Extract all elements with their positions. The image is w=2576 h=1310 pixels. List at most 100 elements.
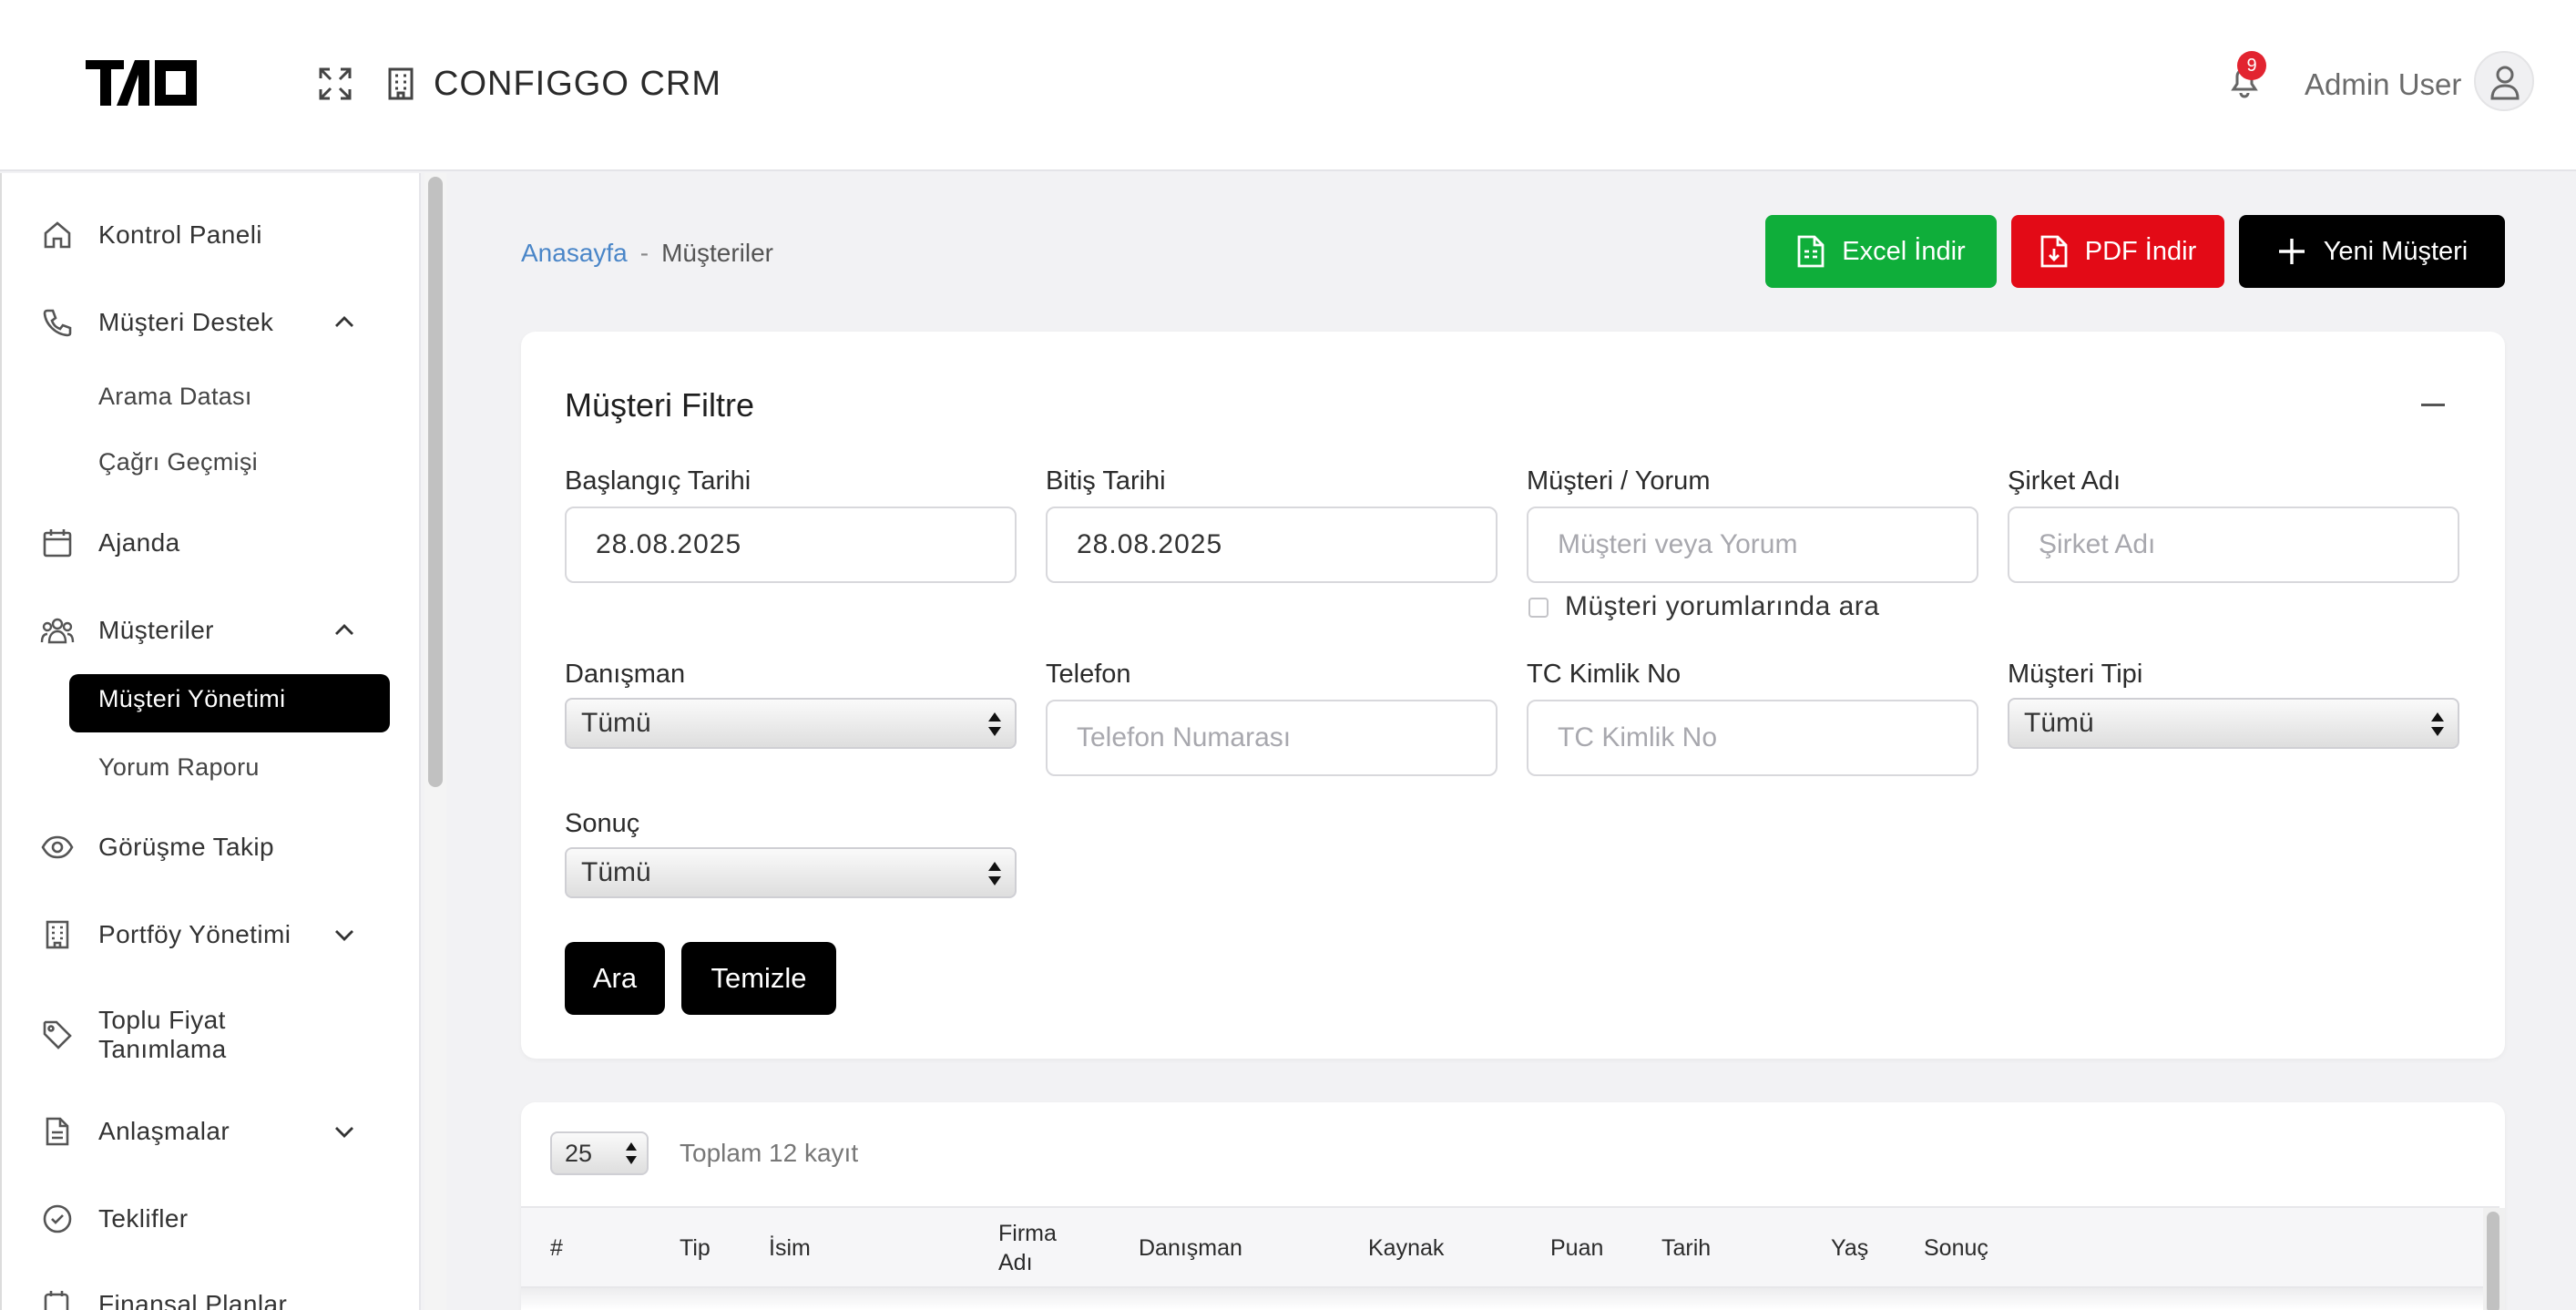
- chevron-down-icon: [335, 1127, 353, 1138]
- result-label: Sonuç: [565, 809, 640, 838]
- search-comments-checkbox[interactable]: [1528, 598, 1549, 618]
- sidebar-item-label: Ajanda: [98, 528, 180, 557]
- fullscreen-icon[interactable]: [317, 66, 353, 102]
- total-records: Toplam 12 kayıt: [680, 1139, 859, 1167]
- end-date-label: Bitiş Tarihi: [1046, 466, 1166, 496]
- button-label: Yeni Müşteri: [2323, 236, 2469, 266]
- finance-icon: [44, 1291, 69, 1310]
- company-logo: [86, 60, 197, 106]
- search-button[interactable]: Ara: [565, 942, 665, 1015]
- phone-label: Telefon: [1046, 660, 1131, 689]
- column-header[interactable]: Tarih: [1661, 1233, 1711, 1263]
- sidebar-item-portfolio-management[interactable]: Portföy Yönetimi: [40, 909, 353, 960]
- collapse-icon[interactable]: [2421, 404, 2445, 406]
- breadcrumb-home-link[interactable]: Anasayfa: [521, 239, 628, 267]
- sidebar-item-label: Toplu Fiyat Tanımlama: [98, 1006, 227, 1063]
- consultant-select[interactable]: Tümü: [565, 698, 1017, 749]
- sidebar-item-label: Anlaşmalar: [98, 1117, 230, 1145]
- table-row[interactable]: [521, 1288, 2499, 1310]
- column-header[interactable]: Kaynak: [1368, 1233, 1444, 1263]
- breadcrumb: Anasayfa - Müşteriler: [521, 235, 773, 271]
- sidebar-subitem-call-data[interactable]: Arama Datası: [98, 378, 252, 414]
- select-value: 25: [565, 1140, 593, 1167]
- new-customer-button[interactable]: Yeni Müşteri: [2239, 215, 2505, 288]
- table-scrollbar[interactable]: [2483, 1208, 2505, 1310]
- sidebar-item-label: Görüşme Takip: [98, 833, 274, 861]
- tc-id-label: TC Kimlik No: [1527, 660, 1682, 689]
- top-header: CONFIGGO CRM 9 Admin User: [0, 0, 2576, 171]
- table-header: [521, 1206, 2499, 1288]
- sidebar-item-customer-support[interactable]: Müşteri Destek: [40, 297, 353, 348]
- select-value: Tümü: [2024, 708, 2094, 738]
- sidebar-item-label: Finansal Planlar: [98, 1290, 288, 1310]
- phone-input[interactable]: [1046, 700, 1498, 776]
- select-arrows-icon: [988, 862, 1001, 885]
- scrollbar-thumb[interactable]: [2487, 1212, 2499, 1310]
- sidebar-subitem-label: Müşteri Yönetimi: [98, 685, 286, 712]
- select-arrows-icon: [2431, 712, 2444, 736]
- customer-type-label: Müşteri Tipi: [2008, 660, 2143, 689]
- building-icon: [46, 920, 69, 949]
- user-name[interactable]: Admin User: [2305, 64, 2461, 106]
- phone-icon: [43, 309, 72, 337]
- sidebar-item-agreements[interactable]: Anlaşmalar: [40, 1106, 353, 1157]
- customer-type-select[interactable]: Tümü: [2008, 698, 2459, 749]
- column-header[interactable]: Sonuç: [1924, 1233, 1988, 1263]
- column-header[interactable]: #: [550, 1233, 563, 1263]
- pdf-file-icon: [2040, 235, 2068, 268]
- excel-download-button[interactable]: Excel İndir: [1765, 215, 1997, 288]
- sidebar-item-offers[interactable]: Teklifler: [40, 1193, 189, 1244]
- filter-title: Müşteri Filtre: [565, 386, 755, 424]
- column-header[interactable]: Yaş: [1831, 1233, 1868, 1263]
- sidebar-item-meeting-tracking[interactable]: Görüşme Takip: [40, 822, 274, 873]
- button-label: PDF İndir: [2084, 236, 2197, 266]
- sidebar-subitem-call-history[interactable]: Çağrı Geçmişi: [98, 444, 258, 480]
- column-header[interactable]: İsim: [769, 1233, 811, 1263]
- select-arrows-icon: [626, 1142, 637, 1164]
- breadcrumb-separator: -: [639, 239, 649, 267]
- select-arrows-icon: [988, 712, 1001, 736]
- chevron-up-icon: [335, 316, 353, 327]
- sidebar-item-bulk-pricing[interactable]: Toplu Fiyat Tanımlama: [40, 1006, 227, 1064]
- tc-id-input[interactable]: [1527, 700, 1978, 776]
- sidebar-item-label: Müşteriler: [98, 616, 214, 644]
- home-icon: [44, 221, 71, 249]
- company-name-label: Şirket Adı: [2008, 466, 2121, 496]
- column-header[interactable]: Danışman: [1139, 1233, 1242, 1263]
- search-comments-label[interactable]: Müşteri yorumlarında ara: [1565, 587, 1879, 627]
- page-size-select[interactable]: 25: [550, 1131, 649, 1175]
- avatar[interactable]: [2474, 51, 2534, 111]
- start-date-label: Başlangıç Tarihi: [565, 466, 751, 496]
- excel-file-icon: [1797, 235, 1825, 268]
- sidebar-subitem-comment-report[interactable]: Yorum Raporu: [98, 749, 260, 785]
- column-header[interactable]: Firma Adı: [998, 1219, 1057, 1277]
- sidebar-item-label: Müşteri Destek: [98, 308, 274, 336]
- scrollbar-thumb[interactable]: [428, 177, 443, 787]
- column-header[interactable]: Puan: [1550, 1233, 1603, 1263]
- start-date-input[interactable]: [565, 507, 1017, 583]
- column-header[interactable]: Tip: [680, 1233, 710, 1263]
- customer-comment-input[interactable]: [1527, 507, 1978, 583]
- tag-icon: [43, 1020, 72, 1049]
- sidebar-item-customers[interactable]: Müşteriler: [40, 605, 353, 656]
- eye-icon: [41, 835, 74, 859]
- user-icon: [2490, 66, 2520, 100]
- clear-button[interactable]: Temizle: [681, 942, 836, 1015]
- breadcrumb-current: Müşteriler: [661, 239, 773, 267]
- pdf-download-button[interactable]: PDF İndir: [2011, 215, 2224, 288]
- sidebar-item-label: Portföy Yönetimi: [98, 920, 291, 948]
- sidebar-item-financial-plans[interactable]: Finansal Planlar: [40, 1279, 287, 1310]
- end-date-input[interactable]: [1046, 507, 1498, 583]
- select-value: Tümü: [581, 857, 651, 887]
- sidebar-subitem-customer-management[interactable]: Müşteri Yönetimi: [69, 674, 390, 732]
- sidebar-scrollbar[interactable]: [424, 173, 446, 1310]
- company-name-input[interactable]: [2008, 507, 2459, 583]
- check-circle-icon: [43, 1204, 72, 1233]
- document-icon: [46, 1117, 69, 1146]
- result-select[interactable]: Tümü: [565, 847, 1017, 898]
- building-icon: [388, 67, 414, 100]
- select-value: Tümü: [581, 708, 651, 738]
- sidebar-item-agenda[interactable]: Ajanda: [40, 517, 180, 568]
- sidebar-item-dashboard[interactable]: Kontrol Paneli: [40, 210, 262, 261]
- customer-comment-label: Müşteri / Yorum: [1527, 466, 1711, 496]
